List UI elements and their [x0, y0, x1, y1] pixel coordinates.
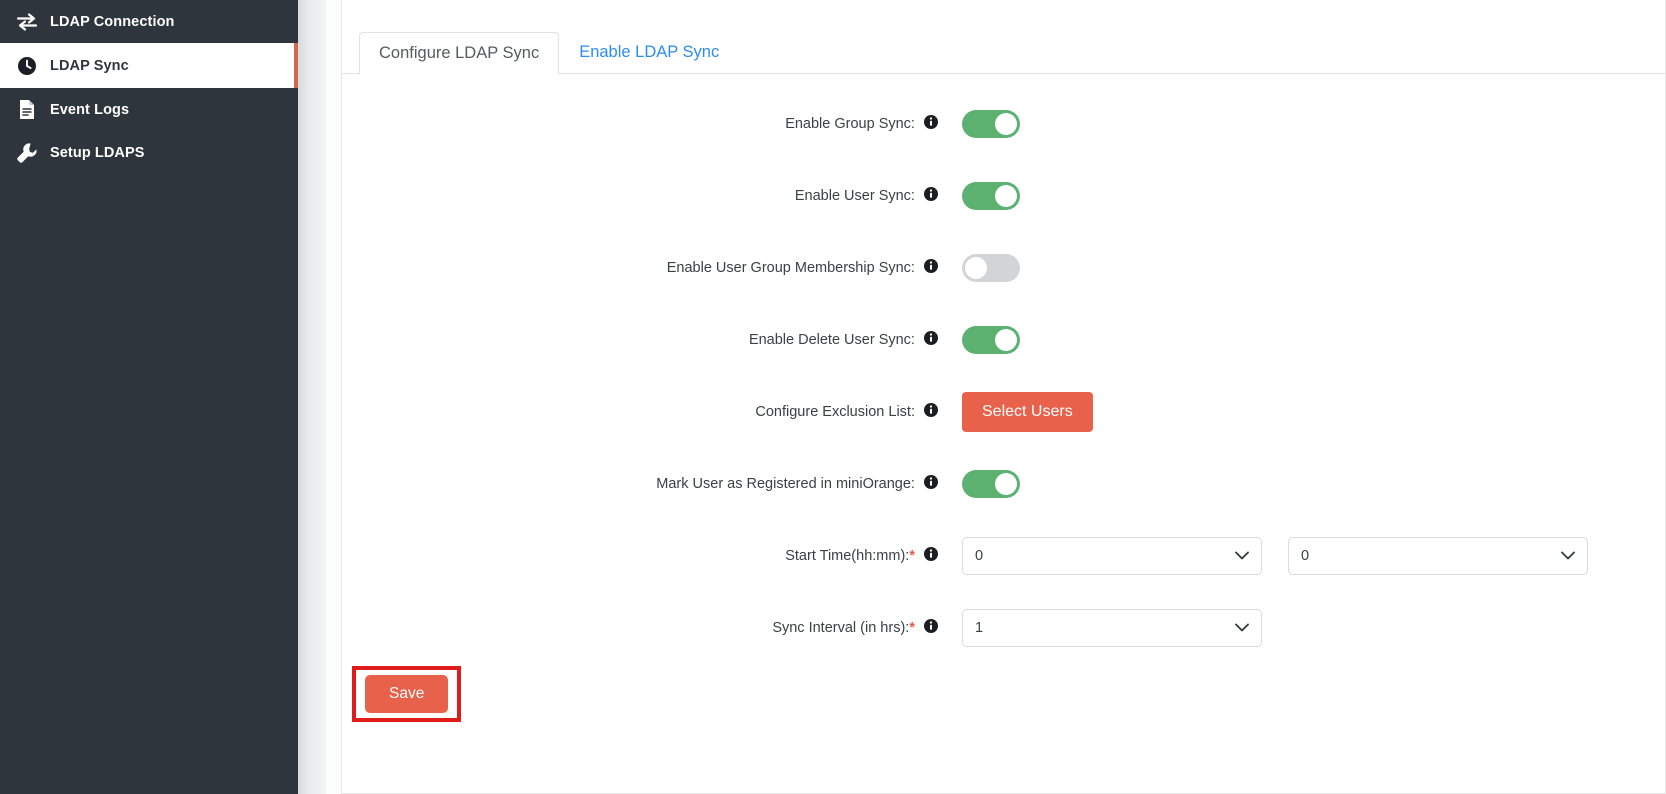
field-label: Configure Exclusion List:	[342, 403, 962, 421]
field-control	[962, 326, 1020, 354]
sync-interval-select[interactable]: 1	[962, 609, 1262, 648]
clock-icon	[10, 56, 44, 76]
form-row-configure-exclusion-list: Configure Exclusion List: Select Users	[342, 392, 1665, 433]
save-button[interactable]: Save	[365, 675, 449, 714]
toggle-knob	[995, 185, 1017, 207]
configure-ldap-sync-form: Enable Group Sync: Enable User Sync: Ena…	[342, 74, 1665, 723]
start-time-hours-select[interactable]: 0	[962, 537, 1262, 576]
exchange-arrows-icon	[10, 12, 44, 31]
chevron-down-icon	[1235, 551, 1249, 561]
form-row-enable-user-group-membership-sync: Enable User Group Membership Sync:	[342, 248, 1665, 288]
info-icon[interactable]	[924, 115, 938, 133]
form-row-enable-group-sync: Enable Group Sync:	[342, 104, 1665, 144]
sidebar-item-label: LDAP Connection	[50, 13, 175, 30]
select-users-button[interactable]: Select Users	[962, 392, 1093, 433]
tab-configure-ldap-sync[interactable]: Configure LDAP Sync	[359, 31, 560, 75]
field-label: Enable User Sync:	[342, 187, 962, 205]
field-control	[962, 470, 1020, 499]
start-time-minutes-select[interactable]: 0	[1288, 537, 1588, 576]
wrench-icon	[10, 142, 44, 164]
info-icon[interactable]	[924, 259, 938, 277]
sidebar-item-event-logs[interactable]: Event Logs	[0, 88, 298, 131]
tab-bar: Configure LDAP Sync Enable LDAP Sync	[342, 27, 1665, 75]
required-asterisk: *	[909, 620, 915, 637]
info-icon[interactable]	[924, 403, 938, 421]
toggle-enable-group-sync[interactable]	[962, 110, 1020, 138]
chevron-down-icon	[1561, 551, 1575, 561]
main-content: Configure LDAP Sync Enable LDAP Sync Ena…	[326, 0, 1666, 794]
label-text: Sync Interval (in hrs):	[772, 620, 910, 637]
toggle-enable-user-sync[interactable]	[962, 182, 1020, 210]
toggle-enable-delete-user-sync[interactable]	[962, 326, 1020, 354]
save-button-highlight: Save	[352, 666, 462, 723]
label-text: Enable Group Sync:	[785, 116, 915, 132]
field-label: Sync Interval (in hrs):*	[342, 619, 962, 637]
field-control	[962, 254, 1020, 282]
label-text: Configure Exclusion List:	[755, 404, 915, 421]
label-text: Start Time(hh:mm):	[785, 548, 910, 565]
toggle-knob	[995, 113, 1017, 135]
label-text: Enable Delete User Sync:	[748, 332, 915, 348]
field-control: 1	[962, 609, 1262, 648]
field-label: Mark User as Registered in miniOrange:	[342, 475, 962, 493]
form-row-sync-interval: Sync Interval (in hrs):* 1	[342, 608, 1665, 648]
tab-label: Configure LDAP Sync	[379, 43, 540, 62]
sidebar-item-ldap-sync[interactable]: LDAP Sync	[0, 43, 298, 88]
selected-value: 1	[975, 620, 984, 637]
toggle-knob	[995, 473, 1017, 496]
form-row-enable-delete-user-sync: Enable Delete User Sync:	[342, 320, 1665, 360]
field-label: Enable Delete User Sync:	[342, 331, 962, 349]
form-row-enable-user-sync: Enable User Sync:	[342, 176, 1665, 216]
sidebar: LDAP Connection LDAP Sync Event Logs Set…	[0, 0, 298, 794]
field-control: 0 0	[962, 537, 1588, 576]
field-label: Enable Group Sync:	[342, 115, 962, 133]
selected-value: 0	[1301, 548, 1310, 565]
tab-enable-ldap-sync[interactable]: Enable LDAP Sync	[559, 31, 739, 75]
toggle-knob	[995, 329, 1017, 351]
sidebar-content-divider	[298, 0, 326, 794]
tab-label: Enable LDAP Sync	[579, 42, 720, 61]
field-control: Select Users	[962, 392, 1093, 433]
toggle-enable-user-group-membership-sync[interactable]	[962, 254, 1020, 282]
selected-value: 0	[975, 548, 984, 565]
content-card: Configure LDAP Sync Enable LDAP Sync Ena…	[341, 0, 1666, 794]
label-text: Enable User Group Membership Sync:	[666, 260, 915, 276]
field-control	[962, 110, 1020, 138]
sidebar-item-label: LDAP Sync	[50, 57, 129, 74]
info-icon[interactable]	[924, 331, 938, 349]
sidebar-item-label: Setup LDAPS	[50, 144, 145, 161]
info-icon[interactable]	[924, 187, 938, 205]
field-control	[962, 182, 1020, 210]
form-row-save: Save	[342, 666, 1665, 723]
sidebar-item-setup-ldaps[interactable]: Setup LDAPS	[0, 131, 298, 174]
sidebar-item-label: Event Logs	[50, 101, 130, 118]
label-text: Enable User Sync:	[794, 188, 915, 204]
toggle-mark-user-registered[interactable]	[962, 470, 1020, 499]
required-asterisk: *	[909, 548, 915, 565]
info-icon[interactable]	[924, 475, 938, 493]
label-text: Mark User as Registered in miniOrange:	[656, 476, 915, 493]
form-row-start-time: Start Time(hh:mm):* 0 0	[342, 536, 1665, 576]
ldap-sync-page: LDAP Connection LDAP Sync Event Logs Set…	[0, 0, 1666, 794]
form-row-mark-user-registered: Mark User as Registered in miniOrange:	[342, 464, 1665, 504]
sidebar-item-ldap-connection[interactable]: LDAP Connection	[0, 0, 298, 43]
info-icon[interactable]	[924, 619, 938, 637]
field-label: Start Time(hh:mm):*	[342, 547, 962, 565]
document-icon	[10, 99, 44, 120]
toggle-knob	[965, 257, 987, 279]
chevron-down-icon	[1235, 623, 1249, 633]
field-label: Enable User Group Membership Sync:	[342, 259, 962, 277]
info-icon[interactable]	[924, 547, 938, 565]
